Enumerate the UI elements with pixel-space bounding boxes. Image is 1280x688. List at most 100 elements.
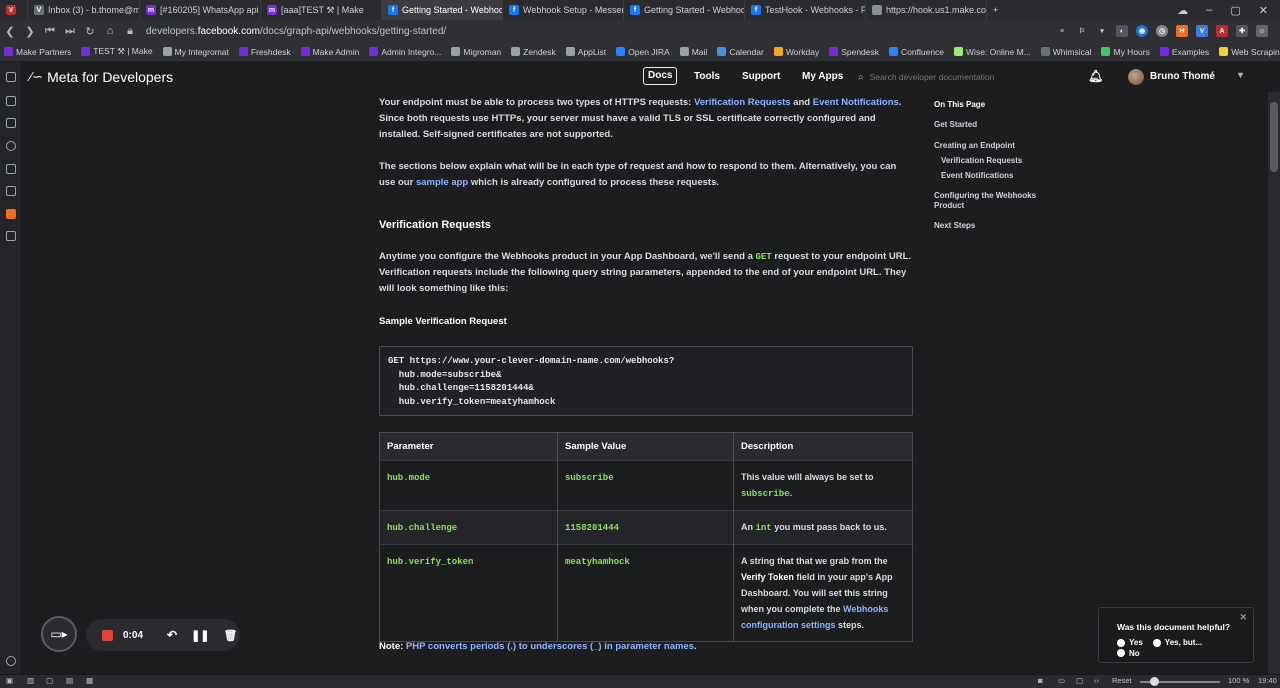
feedback-yes-but-radio[interactable]: Yes, but... [1152, 638, 1202, 647]
pause-icon[interactable]: ❚❚ [191, 629, 209, 642]
toc-item-verification-requests[interactable]: Verification Requests [941, 156, 1022, 165]
close-icon[interactable]: ✕ [1239, 612, 1247, 623]
add-panel-icon[interactable] [6, 231, 16, 241]
h-extension-icon[interactable]: H [1176, 25, 1188, 37]
minimize-button[interactable]: – [1206, 4, 1212, 16]
bookmark-item[interactable]: Wise: Online M... [954, 47, 1031, 57]
tab[interactable]: m [aaa]TEST ⚒ | Make [261, 0, 382, 20]
bookmark-item[interactable]: Admin Integro... [369, 47, 441, 57]
window-panel-icon[interactable] [6, 186, 16, 196]
close-window-button[interactable]: ✕ [1259, 4, 1268, 17]
forward-icon[interactable]: ❯ [20, 25, 40, 38]
puzzle-icon[interactable]: ✚ [1236, 25, 1248, 37]
bookmark-item[interactable]: Open JIRA [616, 47, 670, 57]
tab[interactable]: f Webhook Setup - Messeng [503, 0, 624, 20]
bookmark-item[interactable]: Mail [679, 47, 707, 57]
globe-icon[interactable]: ◉ [1136, 25, 1148, 37]
avatar[interactable] [1128, 69, 1144, 85]
page-scrollbar[interactable] [1268, 92, 1280, 674]
bookmark-item[interactable]: Zendesk [511, 47, 556, 57]
bookmark-item[interactable]: My Hours [1101, 47, 1150, 57]
window-icon[interactable]: ▢ [46, 676, 53, 685]
bookmark-item[interactable]: Web Scraping, ... [1219, 47, 1280, 57]
new-tab-button[interactable]: + [987, 0, 1003, 20]
notifications-bell-icon[interactable]: 🔔︎ [1088, 69, 1103, 83]
bookmark-item[interactable]: Examples [1159, 47, 1209, 57]
reader-panel-icon[interactable] [6, 96, 16, 106]
bookmark-item[interactable]: Migroman [451, 47, 501, 57]
tab[interactable]: m [#160205] WhatsApp api w [140, 0, 261, 20]
notes-icon[interactable] [6, 164, 16, 174]
bookmark-item[interactable]: AppList [565, 47, 606, 57]
toc-item-next-steps[interactable]: Next Steps [934, 221, 975, 230]
bookmark-item[interactable]: Make Admin [300, 47, 359, 57]
settings-gear-icon[interactable] [6, 656, 16, 666]
bookmark-item[interactable]: Calendar [717, 47, 764, 57]
tab[interactable]: f TestHook - Webhooks - Fa [745, 0, 866, 20]
bookmark-item[interactable]: Confluence [889, 47, 944, 57]
bookmarks-panel-icon[interactable] [6, 72, 16, 82]
nav-my-apps[interactable]: My Apps [802, 71, 843, 82]
account-chevron-down-icon[interactable]: ▾ [1238, 70, 1243, 81]
code-brackets-icon[interactable]: ‹› [1094, 676, 1099, 685]
trash-icon[interactable]: 🗑︎ [224, 629, 238, 642]
link-php-converts-periods[interactable]: PHP converts periods (.) to underscores … [406, 641, 694, 652]
camera-button[interactable]: ▭▸ [41, 616, 77, 652]
feedback-no-radio[interactable]: No [1117, 649, 1140, 658]
toc-item-configuring-webhooks[interactable]: Configuring the Webhooks Product [934, 191, 1038, 211]
search-input[interactable] [869, 72, 1070, 82]
tab[interactable]: V Inbox (3) - b.thome@make [28, 0, 140, 20]
page-actions-icon[interactable]: ▢ [1076, 676, 1083, 685]
camera-icon[interactable]: ◙ [1038, 676, 1043, 685]
tiling-icon[interactable]: ▥ [27, 676, 34, 685]
history-icon[interactable] [6, 141, 16, 151]
rewind-icon[interactable]: ⏮ [40, 25, 60, 38]
downloads-icon[interactable] [6, 118, 16, 128]
toc-item-get-started[interactable]: Get Started [934, 120, 977, 129]
nav-docs[interactable]: Docs [643, 67, 678, 85]
cloud-icon[interactable]: ☁ [1177, 4, 1188, 17]
panel-toggle-icon[interactable]: ▣ [6, 676, 13, 685]
fast-forward-icon[interactable]: ⏭ [60, 25, 80, 38]
feedback-yes-radio[interactable]: Yes [1117, 638, 1143, 647]
toc-item-event-notifications[interactable]: Event Notifications [941, 171, 1013, 180]
bookmark-item[interactable]: Make Partners [4, 47, 71, 57]
undo-icon[interactable]: ↶ [167, 628, 177, 642]
tab[interactable]: f Getting Started - Webhoo [382, 0, 503, 20]
bookmark-item[interactable]: Whimsical [1040, 47, 1091, 57]
calendar-icon[interactable]: ▦ [86, 676, 93, 685]
search-box[interactable]: ⌕ [858, 68, 1078, 86]
meta-logo[interactable]: ∕∽ Meta for Developers [30, 69, 173, 85]
zoom-slider-handle[interactable] [1150, 677, 1159, 686]
spy-icon[interactable]: ◐ [1116, 25, 1128, 37]
scrollbar-thumb[interactable] [1270, 102, 1278, 172]
maximize-button[interactable]: ▢ [1230, 4, 1240, 17]
reload-icon[interactable]: ↻ [80, 25, 100, 38]
link-event-notifications[interactable]: Event Notifications [813, 97, 899, 108]
bookmark-item[interactable]: Workday [773, 47, 819, 57]
menu-icon[interactable]: ≡ [1056, 25, 1068, 37]
bookmark-item[interactable]: My Integromat [162, 47, 229, 57]
h-panel-icon[interactable] [6, 209, 16, 219]
nav-support[interactable]: Support [742, 71, 780, 82]
zoom-reset[interactable]: Reset [1112, 676, 1132, 685]
shield-extension-icon[interactable]: V [1196, 25, 1208, 37]
vivaldi-menu[interactable]: V [0, 0, 28, 20]
image-icon[interactable]: ▭ [1058, 676, 1065, 685]
bookmark-item[interactable]: Spendesk [829, 47, 879, 57]
code-block[interactable]: GET https://www.your-clever-domain-name.… [379, 346, 913, 416]
user-name[interactable]: Bruno Thomé [1150, 71, 1215, 82]
tab[interactable]: f Getting Started - Webhoo [624, 0, 745, 20]
code-icon[interactable]: ▤ [66, 676, 73, 685]
toc-item-creating-an-endpoint[interactable]: Creating an Endpoint [934, 141, 1015, 150]
bookmark-icon[interactable]: ⚐ [1076, 25, 1088, 37]
tab[interactable]: https://hook.us1.make.com [866, 0, 987, 20]
url-field[interactable]: developers.facebook.com/docs/graph-api/w… [146, 26, 446, 37]
link-verification-requests[interactable]: Verification Requests [694, 97, 791, 108]
home-icon[interactable]: ⌂ [100, 25, 120, 37]
nav-tools[interactable]: Tools [694, 71, 720, 82]
pdf-extension-icon[interactable]: A [1216, 25, 1228, 37]
clock-icon[interactable]: ◷ [1156, 25, 1168, 37]
chevron-down-icon[interactable]: ▾ [1096, 25, 1108, 37]
user-icon[interactable]: ☺ [1256, 25, 1268, 37]
